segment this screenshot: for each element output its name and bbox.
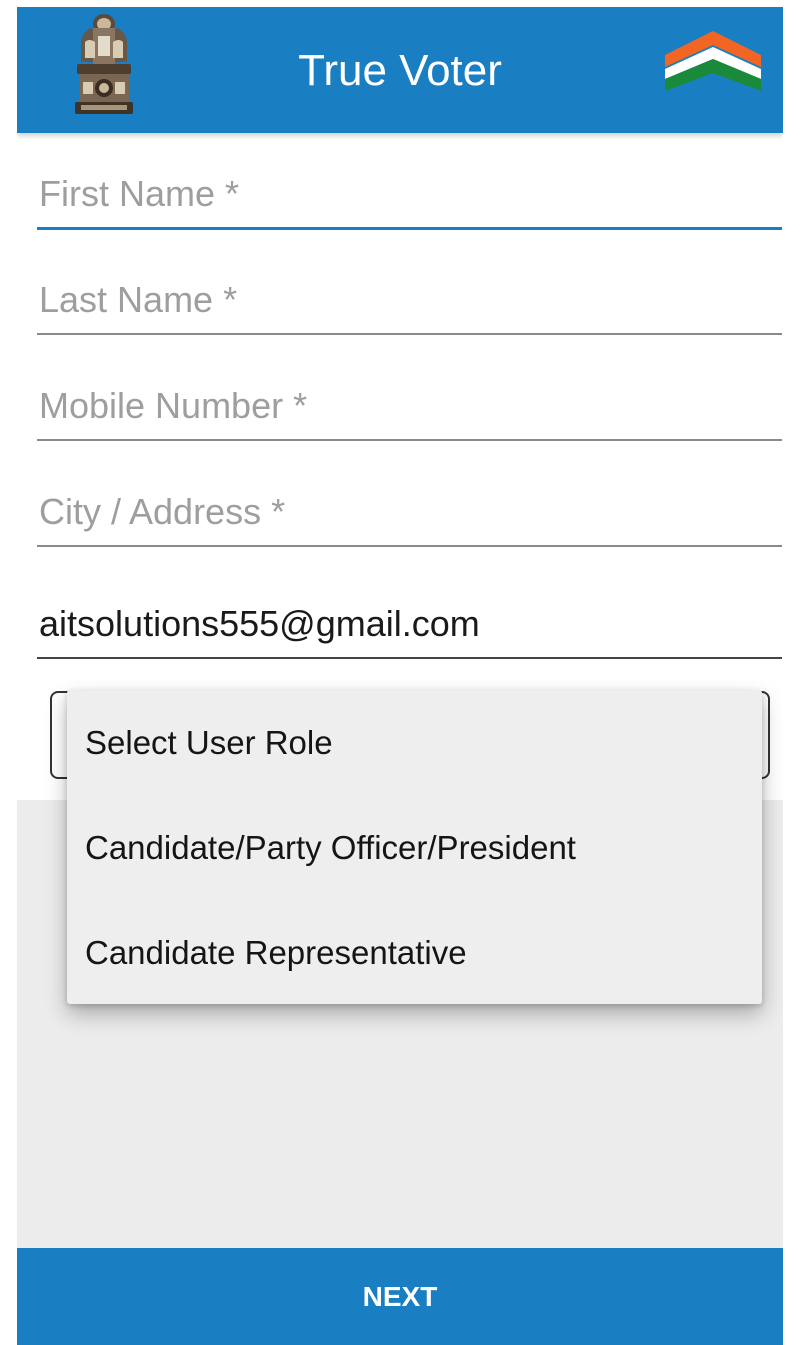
last-name-field xyxy=(37,275,783,335)
city-address-field xyxy=(37,487,783,547)
first-name-underline xyxy=(37,227,782,230)
app-bar: True Voter xyxy=(17,7,783,133)
email-field xyxy=(37,599,783,659)
mobile-number-input[interactable] xyxy=(37,381,783,431)
city-address-underline xyxy=(37,545,782,547)
app-screen: True Voter Select xyxy=(17,7,783,1345)
first-name-field xyxy=(37,169,783,230)
role-option-candidate-party-officer-president[interactable]: Candidate/Party Officer/President xyxy=(67,795,762,900)
email-input[interactable] xyxy=(37,599,783,649)
last-name-input[interactable] xyxy=(37,275,783,325)
tricolor-chevron-icon xyxy=(665,31,761,91)
user-role-dropdown-menu: Select User Role Candidate/Party Officer… xyxy=(67,690,762,1004)
role-option-candidate-representative[interactable]: Candidate Representative xyxy=(67,900,762,1005)
mobile-number-underline xyxy=(37,439,782,441)
email-underline xyxy=(37,657,782,659)
last-name-underline xyxy=(37,333,782,335)
next-button[interactable]: NEXT xyxy=(17,1248,783,1345)
city-address-input[interactable] xyxy=(37,487,783,537)
mobile-number-field xyxy=(37,381,783,441)
first-name-input[interactable] xyxy=(37,169,783,219)
role-option-select-user-role[interactable]: Select User Role xyxy=(67,690,762,795)
